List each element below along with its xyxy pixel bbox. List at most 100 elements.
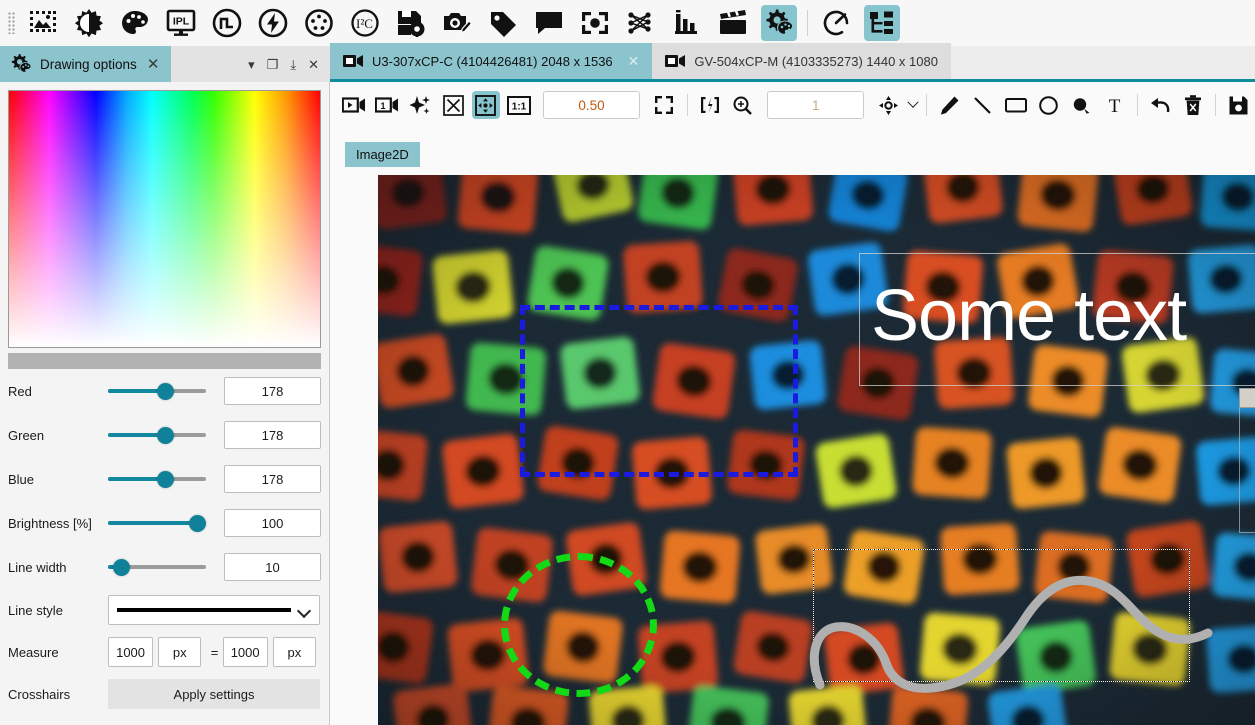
rect-tool-button[interactable] [999,88,1032,122]
image-viewport[interactable]: Some text Point size: 53 ✕ [378,175,1255,725]
image-toolbar-divider [1215,94,1217,116]
image-toolbar-divider [686,94,688,116]
auto-enhance-button[interactable] [404,88,437,122]
panel-pin-icon[interactable]: ⤓ [290,58,296,71]
x-box-icon [439,91,467,119]
panel-menu-dropdown-icon[interactable]: ▾ [248,58,255,71]
slider-red[interactable] [108,378,206,404]
panel-close-icon[interactable]: ✕ [308,58,319,71]
slider-green[interactable] [108,422,206,448]
application-window: IPL I²C Drawing options ✕ ▾ ❐ ⤓ ✕ Red 17… [0,0,1255,725]
gray-freehand-curve[interactable] [798,535,1218,715]
document-tab-gv-504xcp-m[interactable]: GV-504xCP-M (4103335273) 1440 x 1080 [652,43,951,79]
slider-brightness[interactable] [108,510,206,536]
tag-label-button[interactable] [480,0,526,46]
contrast-icon [71,5,107,41]
main-toolbar: IPL I²C [0,0,1255,46]
drawing-options-button[interactable] [756,0,802,46]
histogram-button[interactable] [664,0,710,46]
i2c-icon: I²C [347,5,383,41]
signal-step-button[interactable] [204,0,250,46]
panel-tab-close-icon[interactable]: ✕ [145,57,162,72]
point-tool-button[interactable] [1065,88,1098,122]
value-blue[interactable]: 178 [224,465,321,493]
svg-text:IPL: IPL [173,16,190,28]
image2d-chip[interactable]: Image2D [345,142,420,167]
video-clapper-button[interactable] [710,0,756,46]
neural-net-button[interactable] [618,0,664,46]
save-button[interactable] [1222,88,1255,122]
measure-value-a[interactable]: 1000 [108,637,154,667]
slider-line-width[interactable] [108,554,206,580]
ellipse-tool-button[interactable] [1032,88,1065,122]
value-red[interactable]: 178 [224,377,321,405]
i2c-bus-button[interactable]: I²C [342,0,388,46]
color-palette-button[interactable] [112,0,158,46]
zoom-level-input[interactable]: 0.50 [543,91,640,119]
measure-equals: = [210,644,219,660]
ipl-monitor-button[interactable]: IPL [158,0,204,46]
flip-image-button[interactable] [694,88,727,122]
value-line-width[interactable]: 10 [224,553,321,581]
one-to-one-button[interactable]: 1:1 [502,88,535,122]
color-gradient-field[interactable] [8,90,321,348]
apply-settings-button[interactable]: Apply settings [108,679,320,709]
speedometer-icon [818,5,854,41]
document-tab-u3-307xcp-c[interactable]: U3-307xCP-C (4104426481) 2048 x 1536 ✕ [330,43,653,79]
measure-unit-b[interactable]: px [272,637,317,667]
color-preview-bar[interactable] [8,353,321,369]
drawing-options-panel: Drawing options ✕ ▾ ❐ ⤓ ✕ Red 178 Green … [0,46,330,725]
circle-icon [1034,91,1062,119]
performance-meter-button[interactable] [813,0,859,46]
measure-value-b[interactable]: 1000 [222,637,268,667]
line-tool-button[interactable] [966,88,999,122]
live-video-button[interactable] [338,88,371,122]
green-dashed-circle[interactable] [501,553,657,697]
clapperboard-icon [715,5,751,41]
line-style-select[interactable] [108,595,320,625]
line-style-row: Line style [8,589,321,631]
delete-button[interactable] [1176,88,1209,122]
blue-dashed-rectangle[interactable] [520,305,798,477]
point-size-window-titlebar[interactable]: Point size: 53 ✕ [1239,388,1255,408]
camera-capture-button[interactable] [434,0,480,46]
pencil-tool-button[interactable] [933,88,966,122]
fit-move-button[interactable] [469,88,502,122]
connector-din-button[interactable] [296,0,342,46]
magnifier-icon [729,91,757,119]
gear-palette-icon [761,5,797,41]
comment-bubble-button[interactable] [526,0,572,46]
fullscreen-button[interactable] [648,88,681,122]
power-flash-button[interactable] [250,0,296,46]
line-style-label: Line style [8,602,63,618]
value-brightness[interactable]: 100 [224,509,321,537]
image-acquire-button[interactable] [20,0,66,46]
crosshair-tool-button[interactable] [872,88,905,122]
document-tab-label: U3-307xCP-C (4104426481) 2048 x 1536 [372,53,613,69]
zoom-tool-button[interactable] [727,88,760,122]
text-annotation[interactable]: Some text [871,275,1187,357]
panel-tab-drawing-options[interactable]: Drawing options ✕ [0,46,172,82]
image-toolbar: 1 1:1 0.50 1 T [330,85,1255,125]
tree-view-button[interactable] [859,0,905,46]
slider-label-blue: Blue [8,471,35,487]
crosshair-dropdown-chevron-icon[interactable] [905,91,920,119]
document-tab-close-icon[interactable]: ✕ [628,54,640,68]
panel-body: Red 178 Green 178 Blue 178 Brightness [%… [0,82,329,725]
save-gear-icon [393,5,429,41]
slider-row-blue: Blue 178 [8,457,321,501]
single-frame-button[interactable]: 1 [371,88,404,122]
measure-unit-a[interactable]: px [158,637,202,667]
palette-icon [117,5,153,41]
panel-float-icon[interactable]: ❐ [267,58,279,71]
clear-image-button[interactable] [437,88,470,122]
undo-button[interactable] [1144,88,1177,122]
value-green[interactable]: 178 [224,421,321,449]
page-number-input[interactable]: 1 [767,91,865,119]
slider-blue[interactable] [108,466,206,492]
drag-grip-icon[interactable] [4,8,18,38]
text-tool-button[interactable]: T [1098,88,1131,122]
brightness-contrast-button[interactable] [66,0,112,46]
focus-target-button[interactable] [572,0,618,46]
save-settings-button[interactable] [388,0,434,46]
